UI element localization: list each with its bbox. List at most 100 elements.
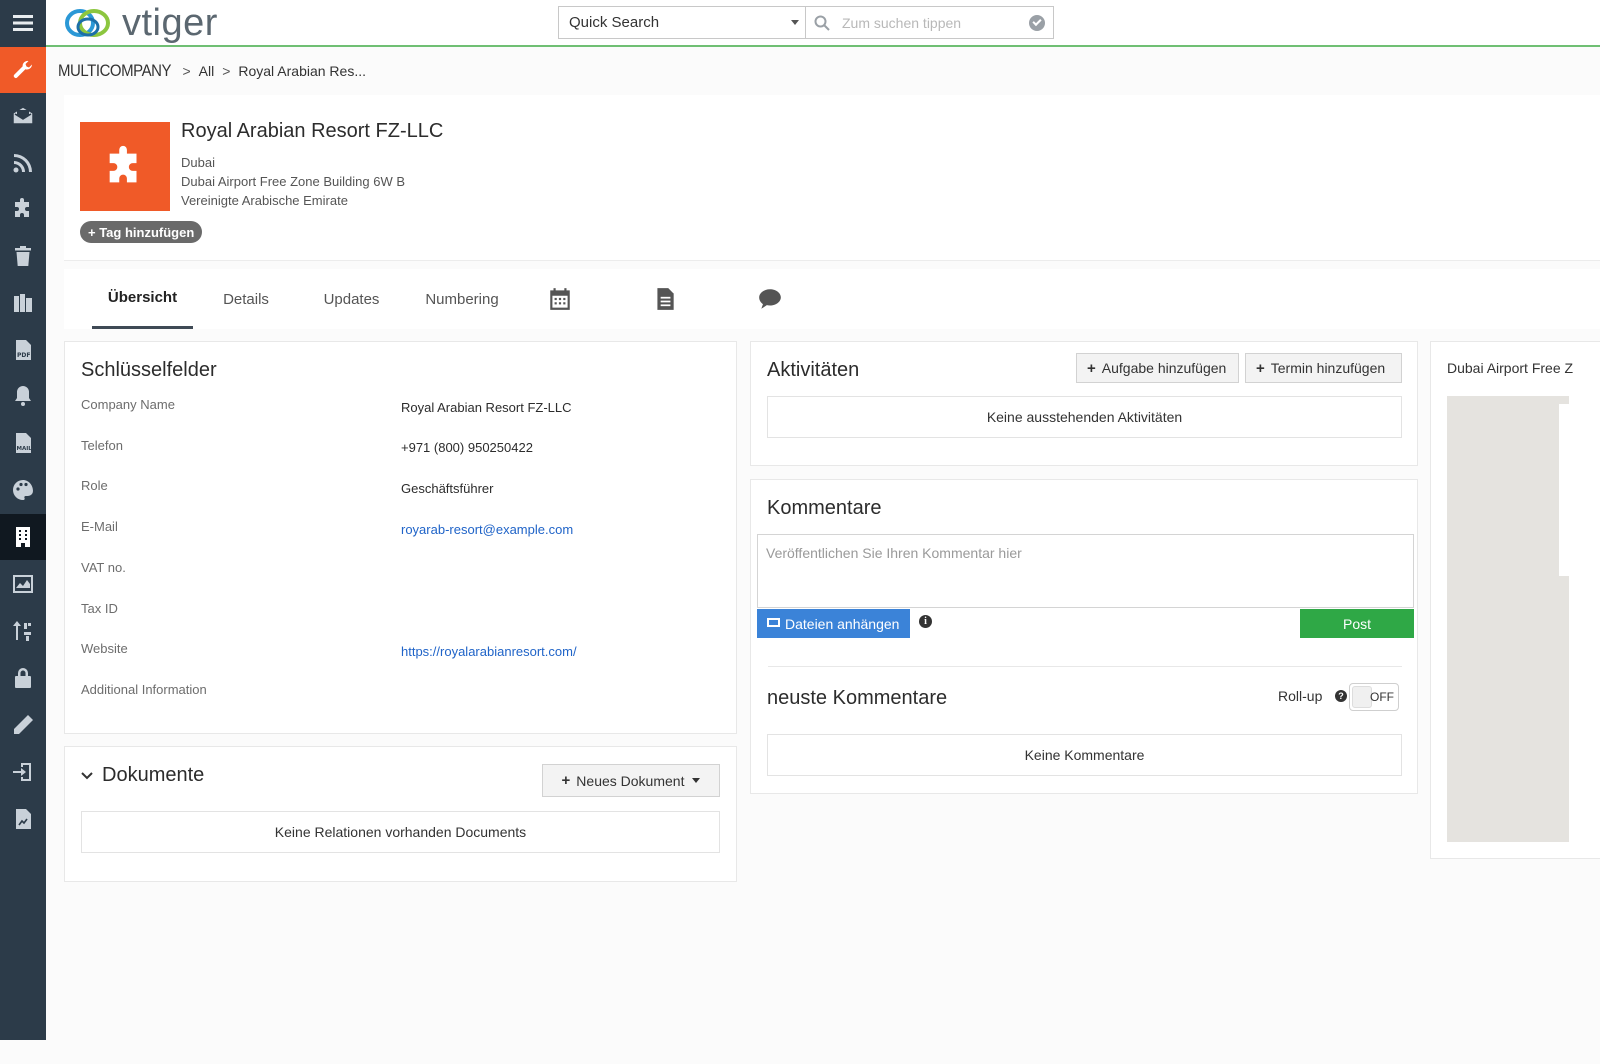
- plus-icon: +: [1087, 359, 1096, 377]
- add-event-button[interactable]: + Termin hinzufügen: [1245, 353, 1402, 383]
- tab-numbering[interactable]: Numbering: [416, 269, 508, 329]
- vtiger-logo-icon: [65, 9, 110, 37]
- calendar-icon: [550, 288, 570, 310]
- mail-doc-icon: MAIL: [16, 433, 33, 453]
- field-value-phone[interactable]: +971 (800) 950250422: [401, 440, 533, 455]
- tab-details[interactable]: Details: [212, 269, 280, 329]
- rss-icon: [13, 154, 32, 173]
- trash-icon: [15, 246, 31, 266]
- rollup-label: Roll-up: [1278, 688, 1323, 704]
- field-label-website: Website: [81, 641, 128, 656]
- key-fields-title: Schlüsselfelder: [81, 359, 217, 381]
- documents-empty-message: Keine Relationen vorhanden Documents: [81, 811, 720, 853]
- tab-updates[interactable]: Updates: [314, 269, 389, 329]
- comment-icon: [759, 289, 781, 309]
- tab-comments[interactable]: [752, 269, 788, 329]
- top-bar: vtiger Quick Search Zum suchen tippen: [46, 0, 1600, 47]
- sidebar-item-import[interactable]: [0, 749, 46, 795]
- comments-title: Kommentare: [767, 497, 882, 519]
- post-button[interactable]: Post: [1300, 609, 1414, 638]
- sidebar-item-security[interactable]: [0, 655, 46, 701]
- puzzle-icon: [15, 198, 29, 217]
- plus-icon: +: [561, 772, 571, 789]
- new-document-label: Neues Dokument: [576, 772, 685, 789]
- activities-title: Aktivitäten: [767, 359, 860, 381]
- field-value-company-name[interactable]: Royal Arabian Resort FZ-LLC: [401, 400, 572, 415]
- doc-chart-icon: [16, 809, 31, 829]
- sidebar-item-mail-templates[interactable]: MAIL: [0, 420, 46, 466]
- building-icon: [16, 527, 30, 547]
- quick-search-select[interactable]: Quick Search: [558, 6, 806, 39]
- tab-overview[interactable]: Übersicht: [92, 269, 193, 329]
- map-title: Dubai Airport Free Z: [1447, 360, 1574, 376]
- sort-icon: [13, 621, 31, 641]
- chevron-down-icon[interactable]: [81, 771, 93, 781]
- breadcrumb-filter[interactable]: All: [199, 63, 215, 79]
- comment-placeholder: Veröffentlichen Sie Ihren Kommentar hier: [766, 545, 1022, 561]
- map-control[interactable]: [1559, 404, 1569, 576]
- tab-documents[interactable]: [647, 269, 683, 329]
- record-street: Dubai Airport Free Zone Building 6W B: [181, 174, 405, 189]
- map-view[interactable]: [1447, 396, 1569, 842]
- field-label-role: Role: [81, 478, 108, 493]
- add-tag-button[interactable]: + Tag hinzufügen: [80, 221, 203, 243]
- sidebar-item-rss[interactable]: [0, 140, 46, 186]
- sidebar-item-recycle-bin[interactable]: [0, 233, 46, 279]
- breadcrumb-module[interactable]: MULTICOMPANY: [58, 61, 171, 81]
- new-document-button[interactable]: + Neues Dokument: [542, 764, 720, 797]
- caret-down-icon: [692, 778, 701, 783]
- attach-files-label: Dateien anhängen: [785, 615, 900, 632]
- menu-button[interactable]: [0, 0, 46, 46]
- breadcrumb-separator: >: [222, 63, 231, 79]
- rollup-toggle[interactable]: OFF: [1349, 683, 1399, 711]
- sidebar-item-mail[interactable]: [0, 93, 46, 139]
- search-icon: [814, 15, 830, 31]
- pdf-icon: PDF: [16, 340, 31, 360]
- field-label-company-name: Company Name: [81, 397, 175, 412]
- logo[interactable]: vtiger: [64, 2, 218, 44]
- sidebar-item-pdf[interactable]: PDF: [0, 327, 46, 373]
- field-value-website[interactable]: https://royalarabianresort.com/: [401, 644, 577, 659]
- sidebar-item-settings[interactable]: [0, 47, 46, 93]
- info-icon[interactable]: i: [919, 615, 932, 628]
- comment-textarea[interactable]: Veröffentlichen Sie Ihren Kommentar hier: [757, 534, 1414, 608]
- sidebar-item-sort[interactable]: [0, 608, 46, 654]
- tab-calendar[interactable]: [542, 269, 578, 329]
- comments-empty-message: Keine Kommentare: [767, 734, 1402, 776]
- key-fields-panel: Schlüsselfelder Company Name Royal Arabi…: [64, 341, 737, 734]
- recent-comments-title: neuste Kommentare: [767, 687, 948, 709]
- attach-files-button[interactable]: Dateien anhängen: [757, 609, 910, 638]
- sidebar: PDF MAIL: [0, 0, 46, 1040]
- field-label-email: E-Mail: [81, 519, 118, 534]
- activities-empty-message: Keine ausstehenden Aktivitäten: [767, 396, 1402, 438]
- field-label-vat: VAT no.: [81, 560, 126, 575]
- advanced-search-icon[interactable]: [1029, 15, 1045, 31]
- sidebar-item-edit[interactable]: [0, 702, 46, 748]
- field-label-phone: Telefon: [81, 438, 123, 453]
- toggle-knob: [1352, 686, 1372, 708]
- documents-title[interactable]: Dokumente: [102, 764, 204, 787]
- sidebar-item-extensions[interactable]: [0, 186, 46, 232]
- field-label-tax-id: Tax ID: [81, 601, 118, 616]
- mail-icon: [12, 106, 34, 125]
- sidebar-item-themes[interactable]: [0, 467, 46, 513]
- record-header: Royal Arabian Resort FZ-LLC Dubai Dubai …: [64, 95, 1600, 261]
- activities-panel: Aktivitäten + Aufgabe hinzufügen + Termi…: [750, 341, 1418, 466]
- breadcrumb: MULTICOMPANY > All > Royal Arabian Res..…: [58, 59, 366, 83]
- svg-text:MAIL: MAIL: [17, 446, 33, 452]
- field-value-email[interactable]: royarab-resort@example.com: [401, 522, 573, 537]
- sidebar-item-reports[interactable]: [0, 561, 46, 607]
- record-country: Vereinigte Arabische Emirate: [181, 193, 348, 208]
- search-placeholder: Zum suchen tippen: [842, 15, 962, 31]
- sidebar-item-multicompany[interactable]: [0, 514, 46, 560]
- field-value-role[interactable]: Geschäftsführer: [401, 481, 494, 496]
- add-task-button[interactable]: + Aufgabe hinzufügen: [1076, 353, 1239, 383]
- rollup-state: OFF: [1370, 690, 1394, 704]
- document-icon: [657, 288, 674, 310]
- sidebar-item-notifications[interactable]: [0, 373, 46, 419]
- bell-icon: [15, 386, 31, 406]
- sidebar-item-documents[interactable]: [0, 796, 46, 842]
- search-input[interactable]: Zum suchen tippen: [806, 6, 1054, 39]
- sidebar-item-books[interactable]: [0, 280, 46, 326]
- help-icon[interactable]: ?: [1335, 690, 1347, 702]
